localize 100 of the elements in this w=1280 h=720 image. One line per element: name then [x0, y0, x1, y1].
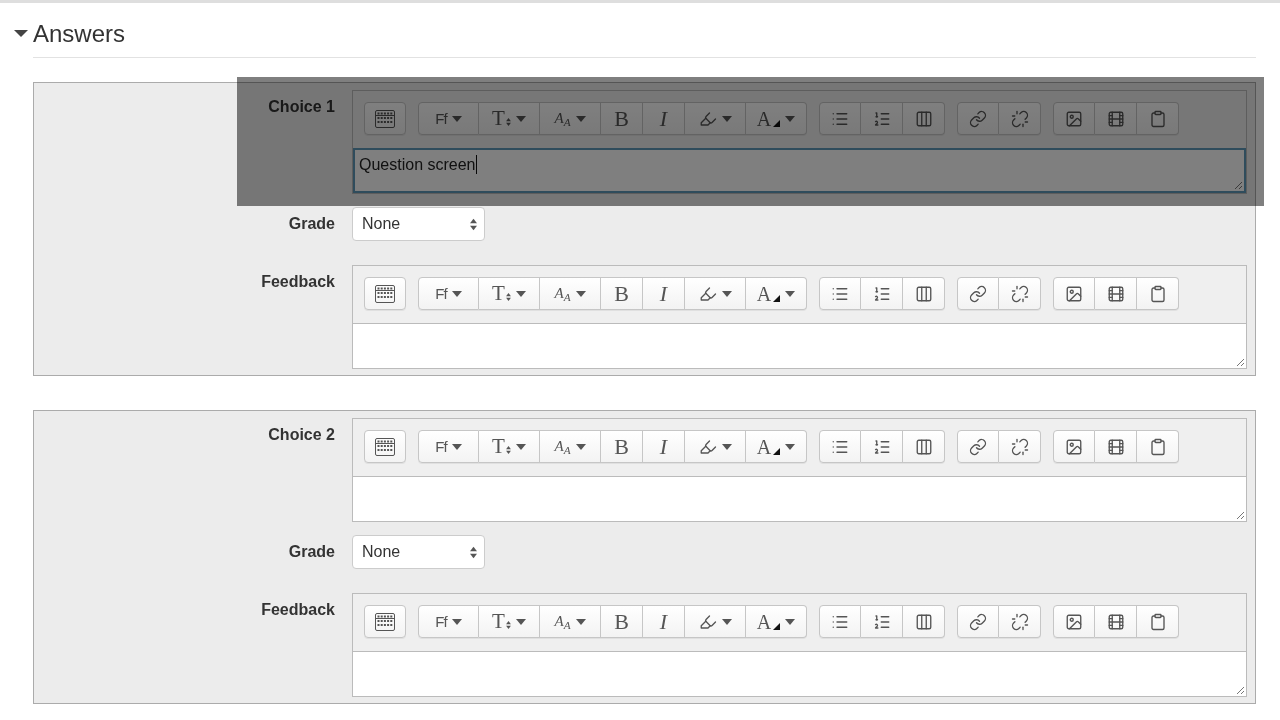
- font-size-button[interactable]: T: [479, 430, 540, 463]
- bold-button[interactable]: B: [601, 430, 643, 463]
- caret-icon: [721, 290, 732, 297]
- caret-icon: [721, 618, 732, 625]
- field-label: Feedback: [261, 600, 335, 620]
- highlight-button[interactable]: [685, 102, 746, 135]
- caret-icon: [575, 290, 586, 297]
- columns-icon: [914, 612, 933, 631]
- unlink-button[interactable]: [999, 605, 1041, 638]
- numbered-list-button[interactable]: [861, 430, 903, 463]
- bullet-list-button[interactable]: [819, 277, 861, 310]
- film-icon: [1106, 284, 1125, 303]
- link-button[interactable]: [957, 102, 999, 135]
- columns-icon: [914, 284, 933, 303]
- grade-select[interactable]: None: [352, 535, 485, 569]
- font-family-button[interactable]: Ff: [418, 605, 479, 638]
- unlink-icon: [1010, 109, 1029, 128]
- caret-icon: [575, 618, 586, 625]
- numbered-list-button[interactable]: [861, 102, 903, 135]
- font-family-button[interactable]: Ff: [418, 430, 479, 463]
- toolbar-toggle-button[interactable]: [364, 430, 406, 463]
- unlink-button[interactable]: [999, 430, 1041, 463]
- bullet-list-button[interactable]: [819, 430, 861, 463]
- file-button[interactable]: [1137, 277, 1179, 310]
- color-corner-icon: [773, 294, 781, 302]
- columns-button[interactable]: [903, 102, 945, 135]
- link-button[interactable]: [957, 430, 999, 463]
- columns-icon: [914, 109, 933, 128]
- toolbar-toggle-button[interactable]: [364, 277, 406, 310]
- toolbar-toggle-button[interactable]: [364, 102, 406, 135]
- numbered-list-button[interactable]: [861, 605, 903, 638]
- media-button[interactable]: [1095, 605, 1137, 638]
- italic-button[interactable]: I: [643, 277, 685, 310]
- columns-button[interactable]: [903, 605, 945, 638]
- format-button[interactable]: A$_{A}$: [540, 277, 601, 310]
- bold-button[interactable]: B: [601, 605, 643, 638]
- numbered-list-icon: [872, 284, 891, 303]
- color-corner-icon: [773, 119, 781, 127]
- media-button[interactable]: [1095, 430, 1137, 463]
- file-button[interactable]: [1137, 430, 1179, 463]
- columns-button[interactable]: [903, 277, 945, 310]
- highlight-button[interactable]: [685, 430, 746, 463]
- keyboard-icon: [375, 109, 395, 128]
- select-arrows-icon: [470, 545, 477, 559]
- image-icon: [1065, 437, 1083, 456]
- caret-icon: [451, 618, 462, 625]
- italic-button[interactable]: I: [643, 430, 685, 463]
- up-down-arrows-icon: [505, 620, 511, 629]
- caret-icon: [451, 290, 462, 297]
- field-label: Grade: [288, 542, 335, 562]
- format-button[interactable]: A$_{A}$: [540, 102, 601, 135]
- caret-icon: [515, 115, 526, 122]
- section-title[interactable]: Answers: [33, 20, 126, 48]
- text-area[interactable]: Question screen: [353, 148, 1246, 193]
- image-button[interactable]: [1053, 605, 1095, 638]
- resize-handle-icon: [1234, 181, 1242, 189]
- link-button[interactable]: [957, 605, 999, 638]
- numbered-list-button[interactable]: [861, 277, 903, 310]
- unlink-button[interactable]: [999, 277, 1041, 310]
- file-button[interactable]: [1137, 102, 1179, 135]
- text-color-button[interactable]: A: [746, 430, 807, 463]
- link-icon: [969, 109, 987, 128]
- image-button[interactable]: [1053, 430, 1095, 463]
- text-color-button[interactable]: A: [746, 605, 807, 638]
- caret-icon: [451, 443, 462, 450]
- format-button[interactable]: A$_{A}$: [540, 605, 601, 638]
- clipboard-icon: [1148, 109, 1167, 128]
- font-size-button[interactable]: T: [479, 277, 540, 310]
- bold-button[interactable]: B: [601, 277, 643, 310]
- caret-icon: [785, 443, 796, 450]
- image-icon: [1065, 109, 1083, 128]
- font-family-button[interactable]: Ff: [418, 277, 479, 310]
- grade-select[interactable]: None: [352, 207, 485, 241]
- image-button[interactable]: [1053, 102, 1095, 135]
- color-corner-icon: [773, 447, 781, 455]
- link-button[interactable]: [957, 277, 999, 310]
- text-color-button[interactable]: A: [746, 277, 807, 310]
- columns-button[interactable]: [903, 430, 945, 463]
- italic-button[interactable]: I: [643, 605, 685, 638]
- media-button[interactable]: [1095, 102, 1137, 135]
- highlight-button[interactable]: [685, 605, 746, 638]
- bullet-list-button[interactable]: [819, 605, 861, 638]
- unlink-button[interactable]: [999, 102, 1041, 135]
- numbered-list-icon: [872, 109, 891, 128]
- unlink-icon: [1010, 284, 1029, 303]
- toolbar-toggle-button[interactable]: [364, 605, 406, 638]
- highlighter-icon: [698, 612, 717, 631]
- caret-icon: [575, 115, 586, 122]
- file-button[interactable]: [1137, 605, 1179, 638]
- resize-handle-icon: [1236, 358, 1244, 366]
- font-size-button[interactable]: T: [479, 605, 540, 638]
- clipboard-icon: [1148, 284, 1167, 303]
- keyboard-icon: [375, 284, 395, 303]
- caret-icon: [785, 618, 796, 625]
- media-button[interactable]: [1095, 277, 1137, 310]
- highlight-button[interactable]: [685, 277, 746, 310]
- format-button[interactable]: A$_{A}$: [540, 430, 601, 463]
- highlighter-icon: [698, 284, 717, 303]
- bullet-list-button[interactable]: [819, 102, 861, 135]
- image-button[interactable]: [1053, 277, 1095, 310]
